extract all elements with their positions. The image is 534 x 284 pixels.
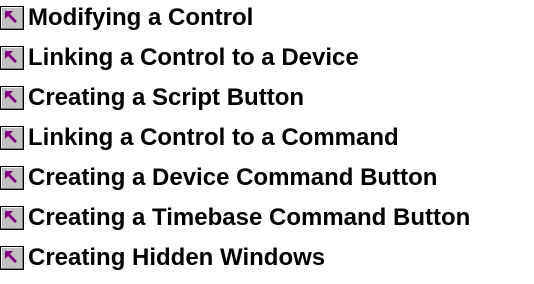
topic-item-creating-hidden-windows[interactable]: Creating Hidden Windows: [0, 240, 470, 276]
topic-list: Modifying a Control Linking a Control to…: [0, 0, 470, 276]
topic-label[interactable]: Modifying a Control: [28, 4, 253, 32]
topic-label[interactable]: Creating a Script Button: [28, 84, 304, 112]
jump-arrow-icon[interactable]: [0, 6, 24, 30]
topic-item-creating-script-button[interactable]: Creating a Script Button: [0, 80, 470, 116]
topic-label[interactable]: Linking a Control to a Command: [28, 124, 399, 152]
topic-item-linking-control-to-command[interactable]: Linking a Control to a Command: [0, 120, 470, 156]
jump-arrow-icon[interactable]: [0, 246, 24, 270]
topic-item-creating-timebase-command-button[interactable]: Creating a Timebase Command Button: [0, 200, 470, 236]
topic-item-linking-control-to-device[interactable]: Linking a Control to a Device: [0, 40, 470, 76]
topic-label[interactable]: Creating Hidden Windows: [28, 244, 325, 272]
topic-label[interactable]: Creating a Timebase Command Button: [28, 204, 470, 232]
topic-label[interactable]: Linking a Control to a Device: [28, 44, 359, 72]
jump-arrow-icon[interactable]: [0, 126, 24, 150]
jump-arrow-icon[interactable]: [0, 166, 24, 190]
topic-item-modifying-a-control[interactable]: Modifying a Control: [0, 0, 470, 36]
jump-arrow-icon[interactable]: [0, 206, 24, 230]
jump-arrow-icon[interactable]: [0, 46, 24, 70]
topic-label[interactable]: Creating a Device Command Button: [28, 164, 437, 192]
topic-item-creating-device-command-button[interactable]: Creating a Device Command Button: [0, 160, 470, 196]
jump-arrow-icon[interactable]: [0, 86, 24, 110]
